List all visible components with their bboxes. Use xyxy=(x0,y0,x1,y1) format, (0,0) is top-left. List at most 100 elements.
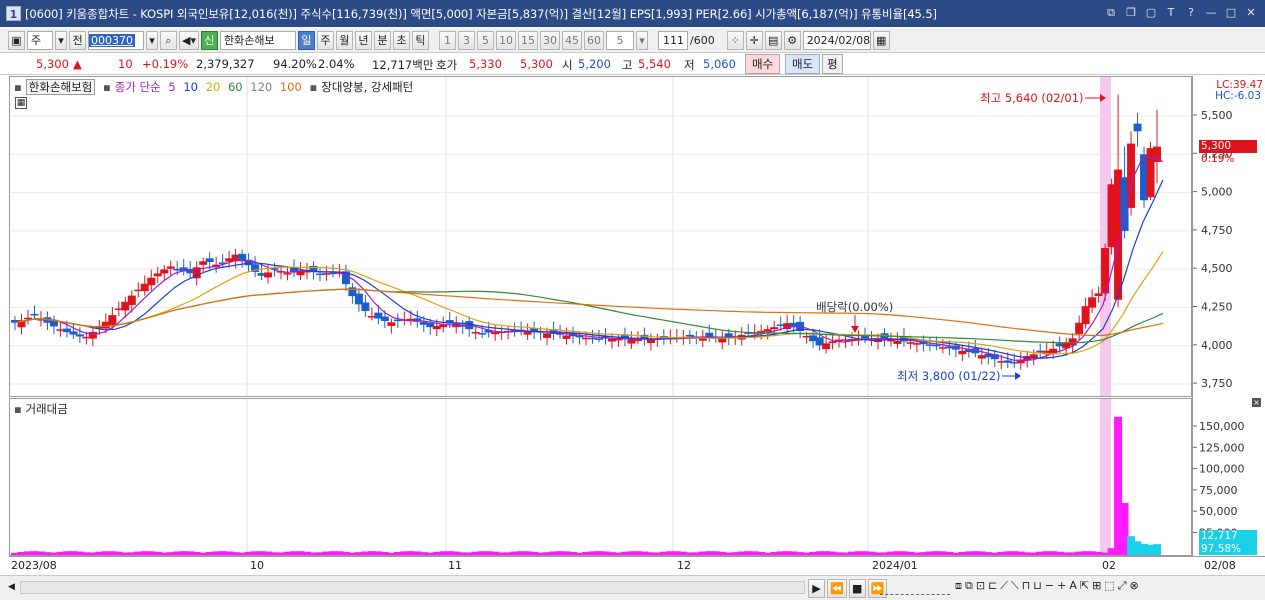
interval-button[interactable]: 1 xyxy=(438,30,456,50)
drawing-icon[interactable]: ⧈ xyxy=(955,579,962,593)
tab-second[interactable]: 초 xyxy=(392,30,410,50)
candle xyxy=(380,316,389,322)
stock-code-input[interactable]: 000370 xyxy=(88,30,144,50)
interval-button[interactable]: 30 xyxy=(539,30,560,50)
tab-daily[interactable]: 일 xyxy=(297,30,315,50)
candle xyxy=(108,315,117,325)
layout-icon[interactable]: ▣ xyxy=(8,30,25,50)
candle xyxy=(166,266,175,269)
close-icon[interactable]: ✕ xyxy=(1243,5,1259,21)
volume-chart-panel[interactable]: ▪ 거래대금 xyxy=(9,398,1192,556)
help-icon[interactable]: ? xyxy=(1183,5,1199,21)
interval-button[interactable]: 10 xyxy=(495,30,516,50)
drawing-icon[interactable]: ⊏ xyxy=(988,579,997,593)
legend-pattern[interactable]: 장대양봉, 강세패턴 xyxy=(321,80,413,94)
drawing-icon[interactable]: ⊓ xyxy=(1022,579,1031,593)
new-badge[interactable]: 신 xyxy=(200,30,218,50)
drawing-icon[interactable]: ⊔ xyxy=(1033,579,1042,593)
volume-bar xyxy=(1153,544,1162,555)
stop-icon[interactable]: ■ xyxy=(848,579,866,598)
settings-icon[interactable]: ⊗ xyxy=(1130,579,1139,593)
buy-button[interactable]: 매수 xyxy=(745,54,781,74)
tab-weekly[interactable]: 주 xyxy=(316,30,334,50)
change-value: 10 xyxy=(118,57,133,71)
date-tick: 02/08 xyxy=(1204,559,1236,572)
price-chart-panel[interactable]: 최고 5,640 (02/01) 최저 3,800 (01/22) 배당락(0.00… xyxy=(9,76,1192,397)
grid-toggle-icon[interactable]: ▦ xyxy=(15,97,27,109)
candle xyxy=(153,273,162,277)
chevron-down-icon[interactable]: ▾ xyxy=(146,30,158,50)
lock-icon[interactable]: ▢ xyxy=(1143,5,1159,21)
interval-button[interactable]: 3 xyxy=(457,30,475,50)
title-bar: 1 [0600] 키움종합차트 - KOSPI 외국인보유[12,016(천)]… xyxy=(0,0,1265,27)
tab-monthly[interactable]: 월 xyxy=(335,30,353,50)
scroll-left-icon[interactable]: ◀ xyxy=(8,579,18,595)
maximize-icon[interactable]: □ xyxy=(1223,5,1239,21)
save-icon[interactable]: ▤ xyxy=(764,30,782,50)
interval-button[interactable]: 45 xyxy=(561,30,582,50)
candle xyxy=(633,339,642,342)
eval-button[interactable]: 평 xyxy=(822,54,843,74)
link-icon[interactable]: ⧉ xyxy=(1103,5,1119,21)
candle xyxy=(478,333,487,335)
trade-amount: 12,717백만 xyxy=(372,58,434,72)
minimize-icon[interactable]: — xyxy=(1203,5,1219,21)
close-icon[interactable]: × xyxy=(1252,398,1261,407)
select-icon[interactable]: ⬚ xyxy=(1104,579,1114,593)
interval-select[interactable]: 5 xyxy=(605,30,634,50)
legend-ma-label[interactable]: 종가 단순 xyxy=(115,80,161,94)
interval-button[interactable]: 60 xyxy=(583,30,604,50)
ruler-icon[interactable]: ⊞ xyxy=(1092,579,1101,593)
candle xyxy=(1081,306,1090,325)
period-select[interactable]: 주 xyxy=(27,30,53,50)
horizontal-scrollbar[interactable] xyxy=(20,581,805,594)
search-icon[interactable]: ⌕ xyxy=(160,30,177,50)
zoom-slider[interactable] xyxy=(880,579,950,595)
crosshair-icon[interactable]: ✛ xyxy=(745,30,763,50)
text-icon[interactable]: A xyxy=(1069,579,1077,593)
app-icon[interactable]: 1 xyxy=(6,6,21,21)
date-input[interactable]: 2024/02/08 xyxy=(802,30,871,50)
candlestick-chart[interactable]: 최고 5,640 (02/01) 최저 3,800 (01/22) 배당락(0.00… xyxy=(10,77,1191,396)
chart-legend: ▪ 한화손해보험 ▪ 종가 단순 5 10 20 60 120 100 ▪ 장대양봉,… xyxy=(14,79,414,95)
trendline-icon[interactable]: ⟋ xyxy=(1000,579,1008,593)
candle xyxy=(238,253,247,260)
legend-stock-name[interactable]: 한화손해보험 xyxy=(25,79,96,95)
chevron-down-icon[interactable]: ▾ xyxy=(635,30,648,50)
cursor-icon[interactable]: ⇱ xyxy=(1080,579,1089,593)
all-button[interactable]: 전 xyxy=(69,30,86,50)
expand-icon[interactable]: ⤢ xyxy=(1118,579,1127,593)
tab-yearly[interactable]: 년 xyxy=(354,30,372,50)
date-tick: 02 xyxy=(1102,559,1116,572)
interval-button[interactable]: 5 xyxy=(476,30,494,50)
speaker-icon[interactable]: ◀▾ xyxy=(179,30,199,50)
chevron-down-icon[interactable]: ▾ xyxy=(55,30,67,50)
zoom-in-icon[interactable]: + xyxy=(1057,579,1066,593)
copy-icon[interactable]: ❐ xyxy=(1123,5,1139,21)
interval-button[interactable]: 15 xyxy=(517,30,538,50)
candle xyxy=(283,273,292,275)
gear-icon[interactable]: ⚙ xyxy=(783,30,801,50)
drawing-icon[interactable]: ⊡ xyxy=(976,579,985,593)
sell-button[interactable]: 매도 xyxy=(785,54,821,74)
candle xyxy=(543,333,552,338)
text-icon[interactable]: T xyxy=(1163,5,1179,21)
count-input[interactable]: 111 xyxy=(657,30,688,50)
trendline-icon[interactable]: ⟍ xyxy=(1011,579,1019,593)
volume-bar-chart[interactable] xyxy=(10,399,1191,555)
rewind-icon[interactable]: ⏪ xyxy=(827,579,847,598)
indicator-icon[interactable]: ⁘ xyxy=(726,30,744,50)
calendar-icon[interactable]: ▦ xyxy=(872,30,890,50)
current-volume-marker: 12,717 xyxy=(1199,530,1257,543)
candle xyxy=(594,338,603,340)
zoom-out-icon[interactable]: − xyxy=(1045,579,1054,593)
tab-minute[interactable]: 분 xyxy=(373,30,391,50)
low-label: 저 xyxy=(684,58,695,72)
right-axis[interactable]: 5,500 5,250 5,000 4,750 4,500 4,250 4,000 3,750… xyxy=(1192,76,1265,556)
drawing-icon[interactable]: ⧉ xyxy=(965,579,973,593)
scroll-right-icon[interactable]: ▶ xyxy=(808,579,825,598)
highlight-column xyxy=(1100,399,1111,555)
legend-ma-100: 100 xyxy=(279,80,302,94)
tab-tick[interactable]: 틱 xyxy=(411,30,429,50)
stock-name-field[interactable]: 한화손해보 xyxy=(219,30,296,50)
